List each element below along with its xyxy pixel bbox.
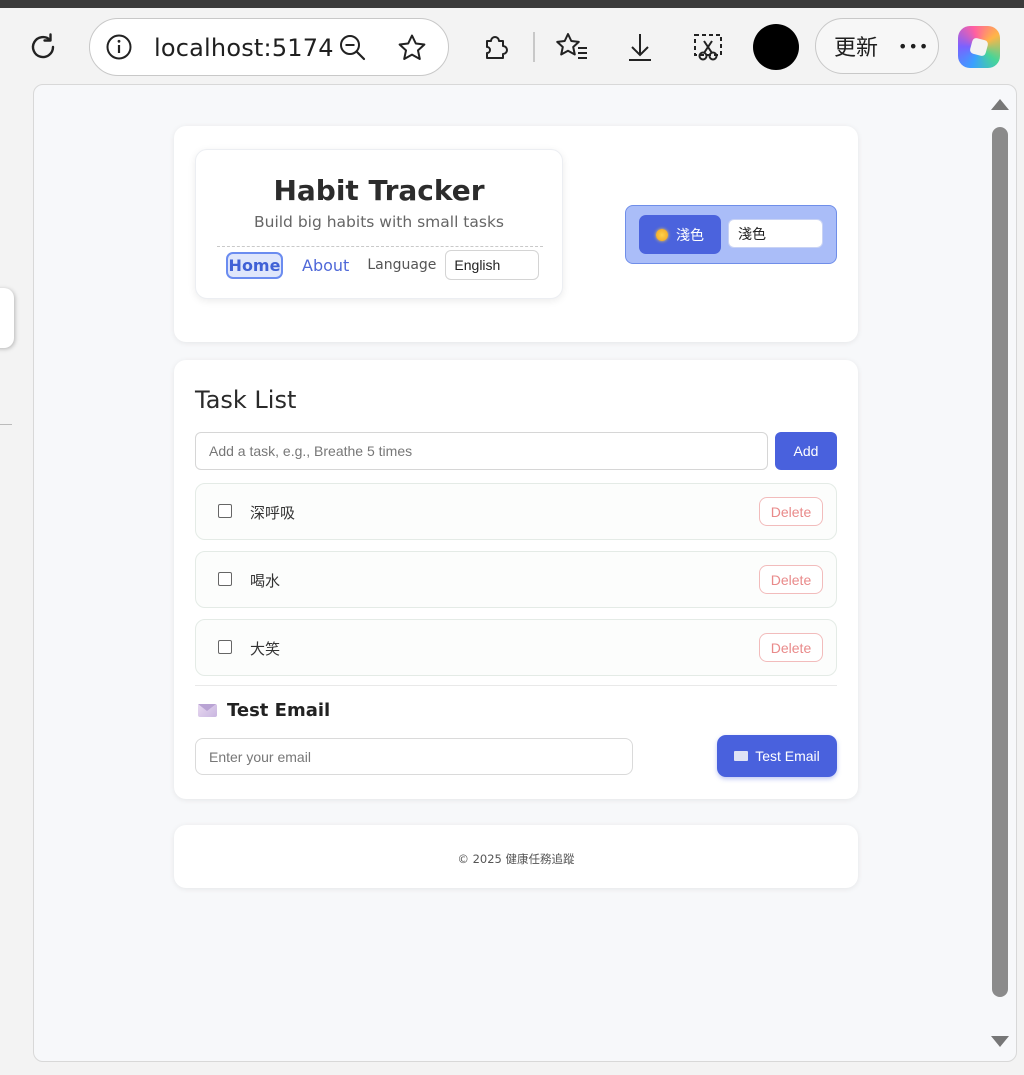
more-options-icon[interactable]: ••• [898, 37, 929, 56]
language-select[interactable]: English [445, 250, 540, 280]
delete-task-button[interactable]: Delete [759, 497, 823, 526]
new-task-input[interactable]: Add a task, e.g., Breathe 5 times [195, 432, 768, 470]
nav-about-link[interactable]: About [302, 256, 349, 275]
task-row: 深呼吸 Delete [195, 483, 837, 540]
test-email-title: Test Email [227, 700, 331, 721]
task-row: 喝水 Delete [195, 551, 837, 608]
envelope-icon [198, 704, 217, 717]
address-bar[interactable]: localhost:5174 [89, 18, 449, 76]
screenshot-capture-icon[interactable] [690, 29, 726, 65]
zoom-out-icon[interactable] [338, 33, 368, 63]
update-label: 更新 [834, 36, 879, 61]
theme-toggle-label: 淺色 [676, 227, 704, 244]
theme-select[interactable]: 淺色 [728, 219, 823, 248]
footer-copyright: © 2025 健康任務追蹤 [457, 852, 575, 866]
nav-home-link[interactable]: Home [226, 251, 283, 279]
side-panel-tab[interactable] [0, 288, 14, 348]
task-text: 深呼吸 [250, 504, 296, 522]
task-checkbox[interactable] [218, 504, 232, 518]
task-text: 喝水 [250, 572, 281, 590]
envelope-icon [734, 751, 749, 761]
delete-task-button[interactable]: Delete [759, 633, 823, 662]
task-card: Task List Add a task, e.g., Breathe 5 ti… [174, 360, 858, 799]
theme-panel: 淺色 淺色 [625, 205, 837, 264]
download-icon[interactable] [624, 29, 656, 65]
section-divider [195, 685, 837, 686]
refresh-icon[interactable] [24, 28, 62, 66]
page-scrollbar[interactable] [990, 95, 1010, 1055]
email-input[interactable]: Enter your email [195, 738, 633, 775]
delete-task-button[interactable]: Delete [759, 565, 823, 594]
page-viewport: Habit Tracker Build big habits with smal… [33, 84, 1017, 1062]
update-button[interactable]: 更新 ••• [815, 18, 939, 74]
test-email-button-label: Test Email [755, 748, 820, 764]
browser-toolbar: localhost:5174 更新 ••• [0, 8, 1024, 84]
main-nav: Home About Language English [226, 250, 540, 280]
favorites-list-icon[interactable] [553, 29, 591, 65]
sun-icon [656, 228, 668, 241]
task-list-title: Task List [195, 386, 297, 414]
toolbar-divider [533, 32, 535, 62]
task-row: 大笑 Delete [195, 619, 837, 676]
header-card: Habit Tracker Build big habits with smal… [174, 126, 858, 342]
favorite-star-icon[interactable] [396, 32, 428, 64]
extensions-icon[interactable] [478, 30, 512, 64]
copilot-icon[interactable] [958, 26, 1000, 68]
scrollbar-thumb[interactable] [992, 127, 1008, 997]
footer-card: © 2025 健康任務追蹤 [174, 825, 858, 888]
language-label: Language [367, 257, 437, 273]
brand-divider [217, 246, 543, 247]
task-text: 大笑 [250, 640, 281, 658]
add-task-button[interactable]: Add [775, 432, 837, 470]
profile-avatar[interactable] [753, 24, 799, 70]
test-email-button[interactable]: Test Email [717, 735, 837, 777]
window-top-strip [0, 0, 1024, 8]
task-checkbox[interactable] [218, 640, 232, 654]
scroll-down-arrow-icon[interactable] [991, 1036, 1009, 1047]
app-title: Habit Tracker [273, 174, 485, 207]
app-subtitle: Build big habits with small tasks [253, 213, 505, 231]
test-email-heading: Test Email [198, 700, 330, 721]
theme-toggle-button[interactable]: 淺色 [639, 215, 721, 254]
side-divider [0, 424, 12, 425]
task-checkbox[interactable] [218, 572, 232, 586]
site-info-icon[interactable] [105, 33, 133, 61]
brand-panel: Habit Tracker Build big habits with smal… [195, 149, 563, 299]
scroll-up-arrow-icon[interactable] [991, 99, 1009, 110]
url-text[interactable]: localhost:5174 [154, 34, 334, 62]
